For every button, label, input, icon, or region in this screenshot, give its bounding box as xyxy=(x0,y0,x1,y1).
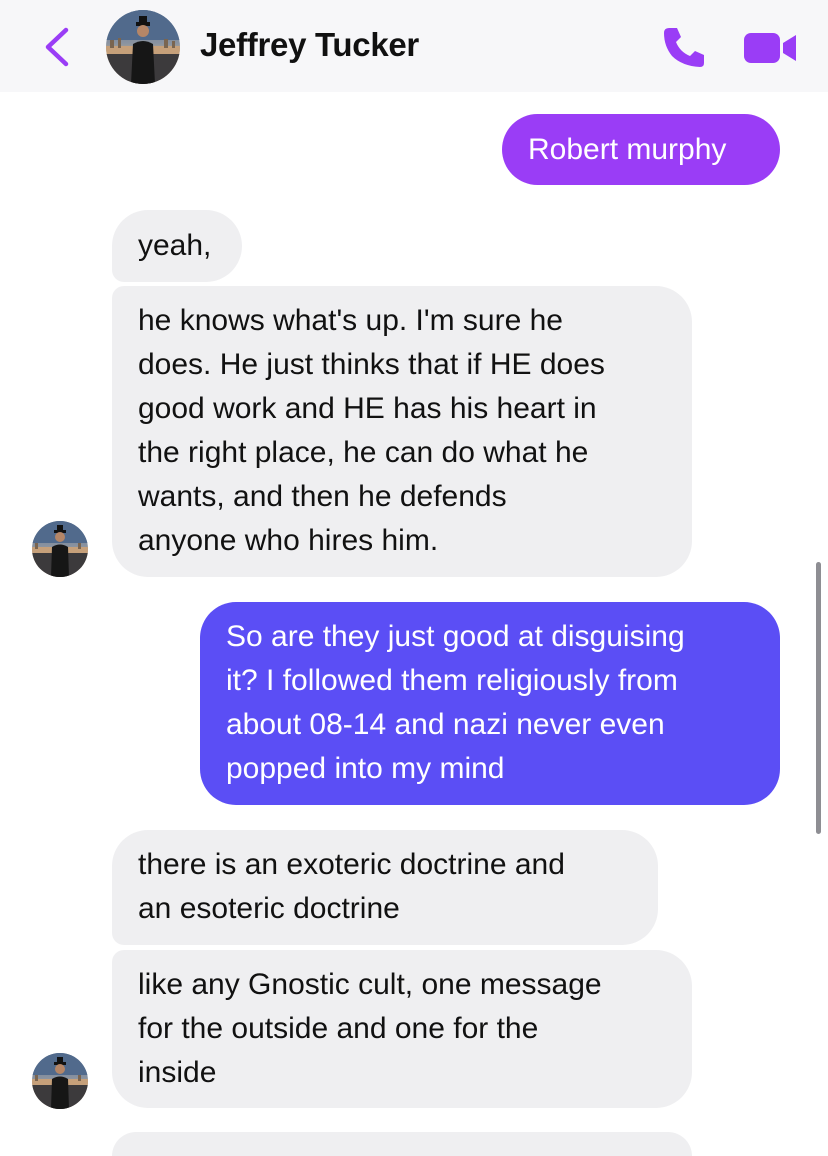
contact-avatar-small xyxy=(32,1053,88,1109)
message-bubble-outgoing[interactable]: Robert murphy xyxy=(502,114,780,185)
video-camera-icon[interactable] xyxy=(742,30,798,66)
message-bubble-incoming[interactable]: yeah, xyxy=(112,210,242,282)
message-bubble-incoming[interactable]: like any Gnostic cult, one message for t… xyxy=(112,950,692,1108)
message-bubble-incoming[interactable]: there is an exoteric doctrine and an eso… xyxy=(112,830,658,945)
contact-name[interactable]: Jeffrey Tucker xyxy=(200,26,419,64)
message-bubble-outgoing[interactable]: So are they just good at disguising it? … xyxy=(200,602,780,805)
message-bubble-incoming[interactable]: he knows what's up. I'm sure he does. He… xyxy=(112,286,692,577)
chevron-left-icon[interactable] xyxy=(38,24,78,70)
scrollbar[interactable] xyxy=(816,562,821,834)
conversation-header: Jeffrey Tucker xyxy=(0,0,828,92)
contact-avatar-small xyxy=(32,521,88,577)
contact-avatar[interactable] xyxy=(106,10,180,84)
message-bubble-incoming-partial xyxy=(112,1132,692,1156)
phone-icon[interactable] xyxy=(660,24,708,70)
